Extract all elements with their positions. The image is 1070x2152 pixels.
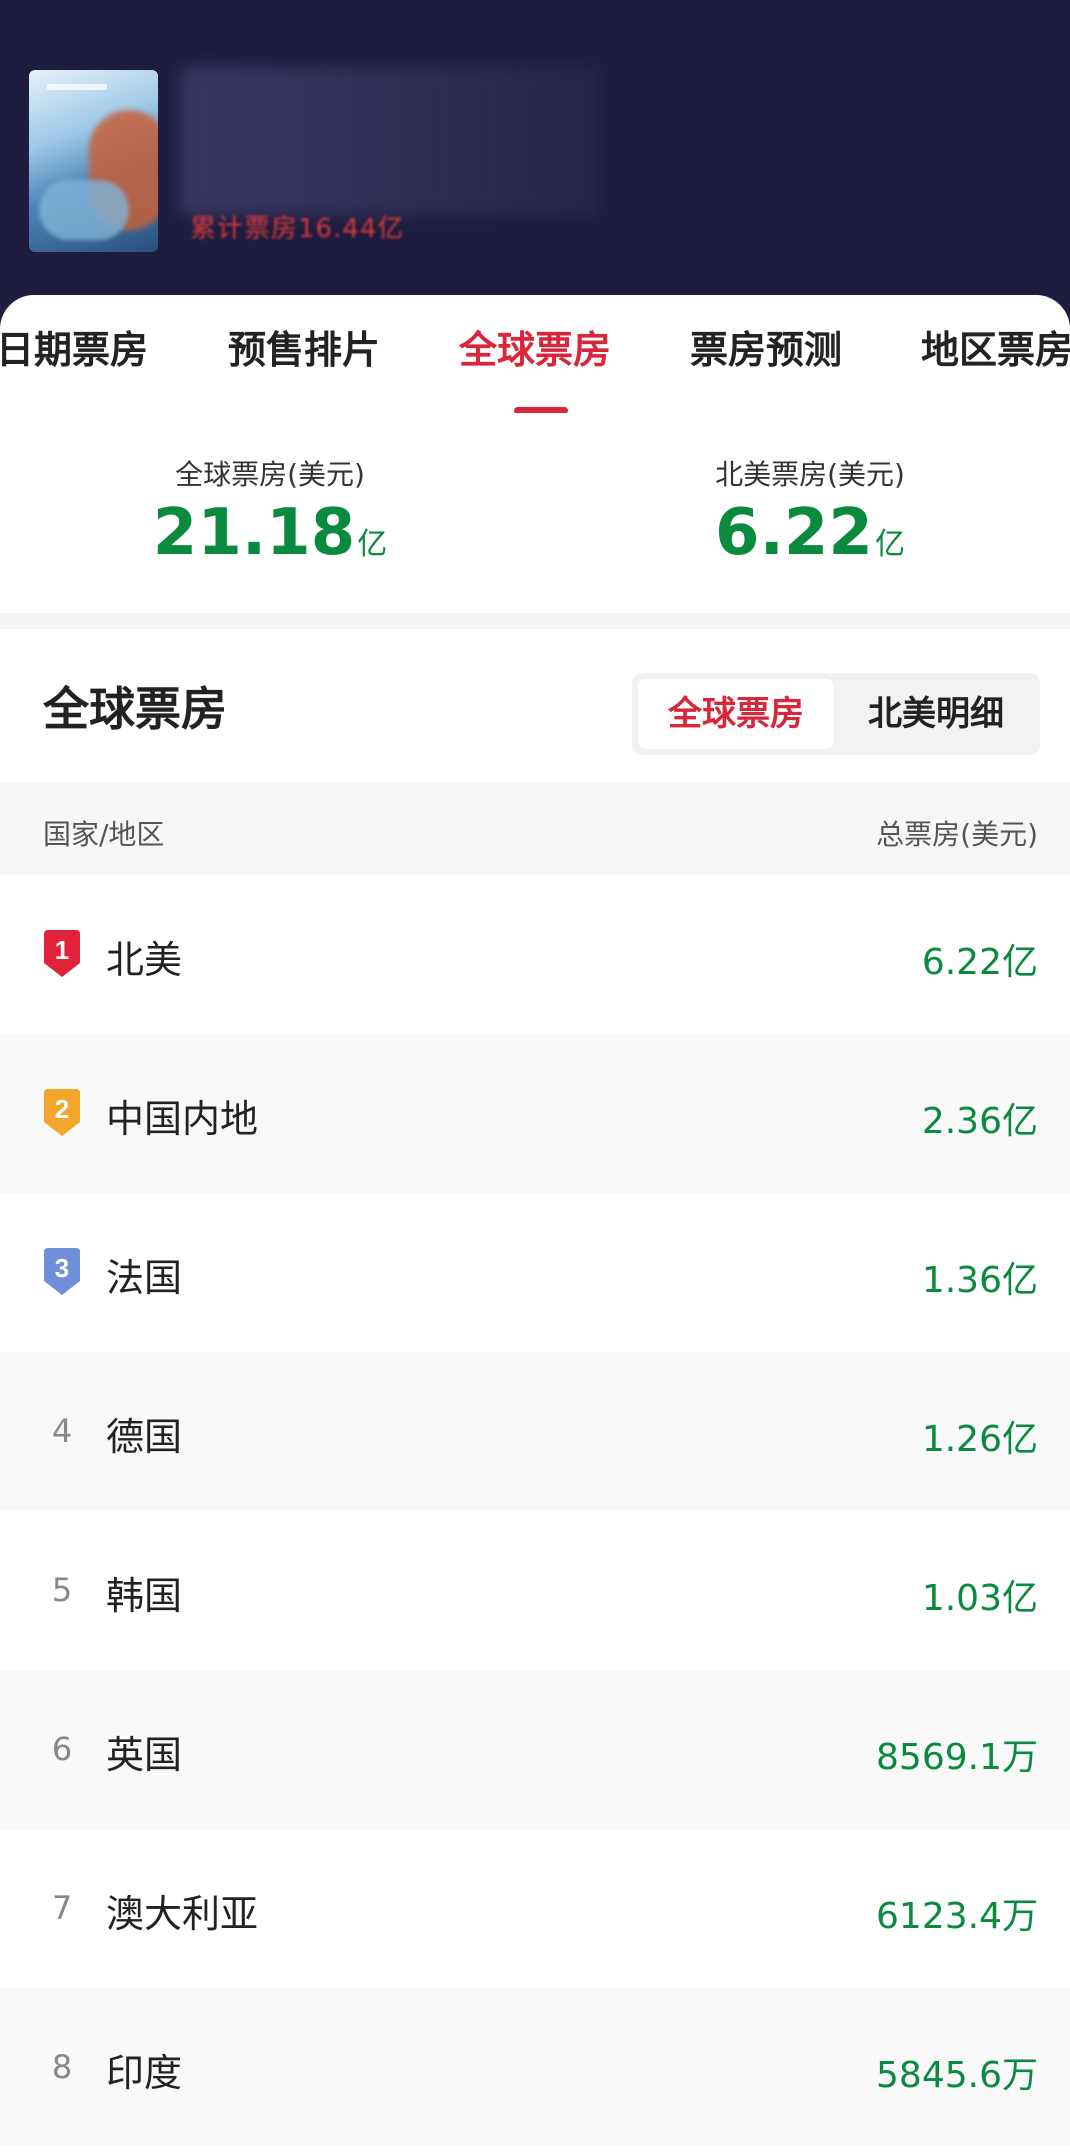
table-row[interactable]: 2 中国内地 2.36亿 <box>0 1034 1070 1193</box>
rank-number: 4 <box>51 1412 73 1450</box>
country-name: 德国 <box>106 1415 183 1459</box>
box-office-value: 8569.1万 <box>876 1737 1038 1778</box>
tab-global-box-office[interactable]: 全球票房 <box>459 331 611 369</box>
content-card: 日期票房 预售排片 全球票房 票房预测 地区票房 全球票房(美元) 21.18亿… <box>0 295 1070 2152</box>
toggle-north-america-button[interactable]: 北美明细 <box>838 679 1034 749</box>
table-row[interactable]: 3 法国 1.36亿 <box>0 1193 1070 1352</box>
summary-na-label: 北美票房(美元) <box>715 458 905 491</box>
summary-global-label: 全球票房(美元) <box>175 458 365 491</box>
country-name: 法国 <box>106 1256 183 1300</box>
poster-decor <box>47 84 107 90</box>
country-name: 北美 <box>106 938 183 982</box>
summary-na-unit: 亿 <box>874 527 905 562</box>
table-row[interactable]: 7 澳大利亚 6123.4万 <box>0 1829 1070 1988</box>
svg-text:3: 3 <box>55 1253 69 1283</box>
tab-presale-schedule[interactable]: 预售排片 <box>228 331 380 369</box>
svg-text:2: 2 <box>55 1094 69 1124</box>
ranking-list: 1 北美 6.22亿 2 中国内地 2.36亿 3 法国 1.36亿 4 德国 … <box>0 875 1070 2147</box>
box-office-value: 2.36亿 <box>921 1101 1038 1142</box>
view-toggle: 全球票房 北美明细 <box>632 673 1040 755</box>
box-office-value: 1.03亿 <box>921 1578 1038 1619</box>
summary-global-unit: 亿 <box>357 527 388 562</box>
summary-global-value: 21.18亿 <box>60 501 480 565</box>
rank-number: 5 <box>51 1571 73 1609</box>
blurred-movie-title <box>180 66 600 216</box>
table-header: 国家/地区 总票房(美元) <box>0 783 1070 875</box>
table-row[interactable]: 5 韩国 1.03亿 <box>0 1511 1070 1670</box>
box-office-value: 5845.6万 <box>876 2055 1038 2096</box>
movie-header: 累计票房16.44亿 <box>0 0 1070 330</box>
summary-global-number: 21.18 <box>152 496 356 570</box>
rank-3-badge-icon: 3 <box>44 1248 80 1295</box>
box-office-value: 1.26亿 <box>921 1419 1038 1460</box>
rank-1-badge-icon: 1 <box>44 930 80 977</box>
country-name: 英国 <box>106 1733 183 1777</box>
summary-na-number: 6.22 <box>715 496 873 570</box>
poster-decor <box>39 180 129 240</box>
tab-regional-box-office[interactable]: 地区票房 <box>921 331 1070 369</box>
cumulative-box-office: 累计票房16.44亿 <box>190 214 405 244</box>
box-office-value: 6123.4万 <box>876 1896 1038 1937</box>
section-title: 全球票房 <box>43 682 227 736</box>
table-row[interactable]: 4 德国 1.26亿 <box>0 1352 1070 1511</box>
column-total-box-office: 总票房(美元) <box>876 818 1038 851</box>
tab-bar: 日期票房 预售排片 全球票房 票房预测 地区票房 <box>0 295 1070 414</box>
rank-2-badge-icon: 2 <box>44 1089 80 1136</box>
toggle-global-button[interactable]: 全球票房 <box>638 679 834 749</box>
table-row[interactable]: 1 北美 6.22亿 <box>0 875 1070 1034</box>
app-root: 累计票房16.44亿 日期票房 预售排片 全球票房 票房预测 地区票房 全球票房… <box>0 0 1070 2152</box>
country-name: 澳大利亚 <box>106 1892 259 1936</box>
table-row[interactable]: 6 英国 8569.1万 <box>0 1670 1070 1829</box>
summary-na-value: 6.22亿 <box>600 501 1020 565</box>
movie-poster[interactable] <box>29 70 158 252</box>
rank-number: 8 <box>51 2048 73 2086</box>
tab-daily-box-office[interactable]: 日期票房 <box>0 331 148 369</box>
box-office-value: 1.36亿 <box>921 1260 1038 1301</box>
tab-box-office-forecast[interactable]: 票房预测 <box>690 331 842 369</box>
rank-number: 7 <box>51 1889 73 1927</box>
summary-global: 全球票房(美元) 21.18亿 <box>60 453 480 565</box>
table-row[interactable]: 8 印度 5845.6万 <box>0 1988 1070 2147</box>
section-divider <box>0 613 1070 629</box>
summary-north-america: 北美票房(美元) 6.22亿 <box>600 453 1020 565</box>
rank-number: 6 <box>51 1730 73 1768</box>
country-name: 中国内地 <box>106 1097 259 1141</box>
svg-text:1: 1 <box>55 935 69 965</box>
country-name: 韩国 <box>106 1574 183 1618</box>
column-country: 国家/地区 <box>43 818 165 851</box>
country-name: 印度 <box>106 2051 183 2095</box>
summary-panel: 全球票房(美元) 21.18亿 北美票房(美元) 6.22亿 <box>0 413 1070 613</box>
box-office-value: 6.22亿 <box>921 942 1038 983</box>
